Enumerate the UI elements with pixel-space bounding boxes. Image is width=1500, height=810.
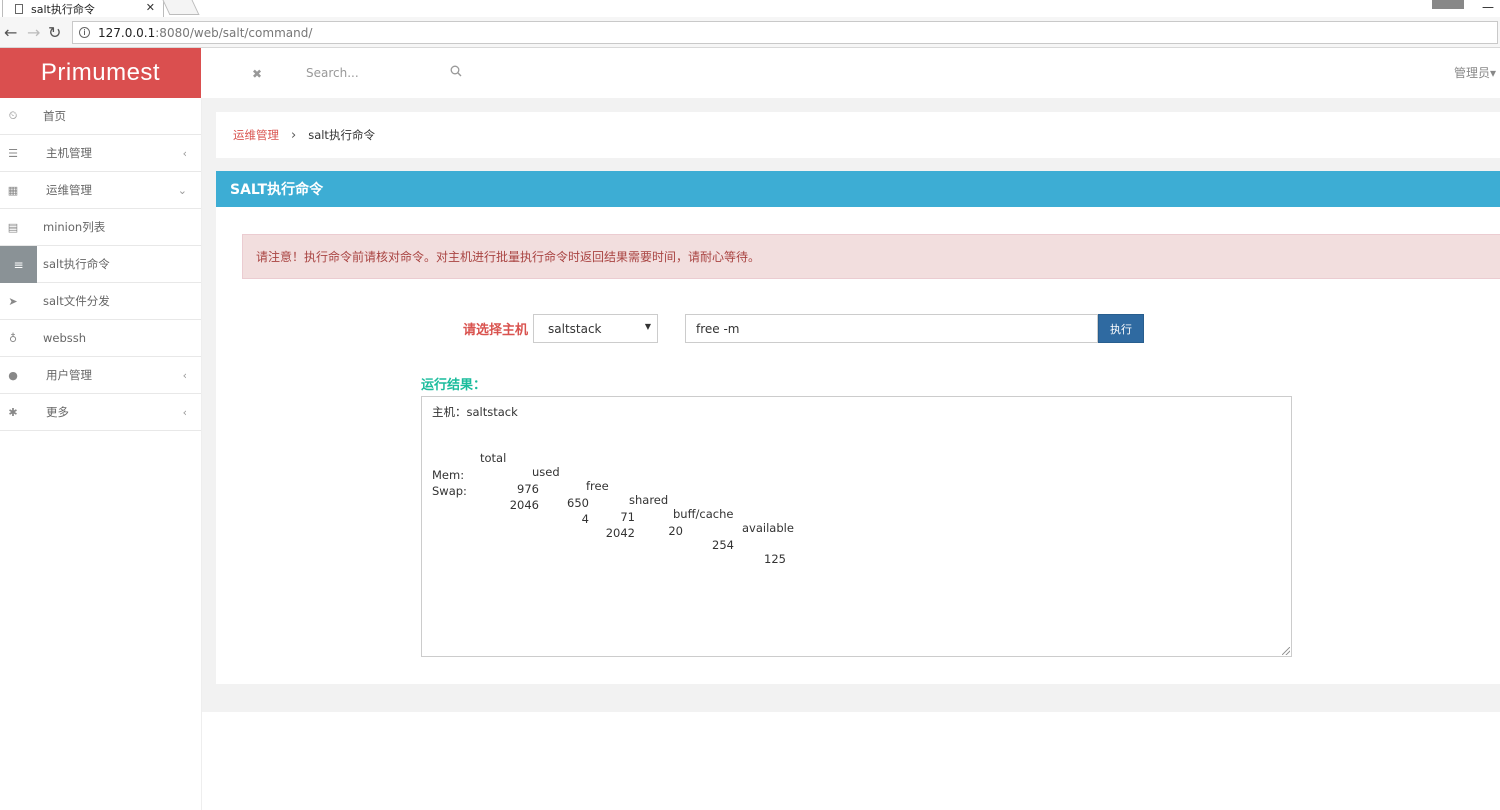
reload-icon[interactable]: ↻ bbox=[48, 23, 61, 42]
gear-icon: ✱ bbox=[8, 405, 18, 419]
result-cell: 71 bbox=[620, 509, 635, 524]
result-row: Mem: 976 650 71 20 254 125 bbox=[432, 454, 1281, 566]
chevron-left-icon: ‹ bbox=[182, 146, 187, 160]
chevron-down-icon: ⌄ bbox=[177, 183, 187, 197]
command-panel: SALT执行命令 请注意！执行命令前请核对命令。对主机进行批量执行命令时返回结果… bbox=[216, 171, 1500, 684]
result-row-name: Swap: bbox=[432, 484, 467, 498]
breadcrumb: 运维管理 › salt执行命令 bbox=[216, 112, 1500, 158]
execute-button[interactable]: 执行 bbox=[1098, 314, 1144, 343]
result-cell: 2046 bbox=[509, 498, 539, 512]
sidebar-item-host-management[interactable]: ☰ 主机管理 ‹ bbox=[0, 135, 201, 172]
result-label: 运行结果： bbox=[421, 378, 487, 393]
sidebar-item-label: minion列表 bbox=[43, 220, 106, 234]
result-header-cell: buff/cache bbox=[673, 507, 734, 521]
admin-user-menu[interactable]: 管理员▾ bbox=[1454, 64, 1496, 81]
sidebar-item-webssh[interactable]: ♁ webssh bbox=[0, 320, 201, 357]
result-cell: 2042 bbox=[605, 526, 635, 540]
result-row: Swap: 2046 4 2042 bbox=[432, 470, 1281, 540]
browser-tabstrip: salt执行命令 ✕ — bbox=[0, 0, 1500, 17]
sidebar-item-label: 更多 bbox=[46, 405, 69, 419]
caret-down-icon: ▼ bbox=[644, 322, 651, 331]
send-icon: ➤ bbox=[8, 294, 18, 308]
sidebar-item-label: 首页 bbox=[43, 109, 66, 123]
breadcrumb-separator: › bbox=[291, 127, 297, 143]
host-select-label: 请选择主机 bbox=[463, 323, 529, 338]
sidebar-item-label: 主机管理 bbox=[46, 146, 92, 160]
search-icon[interactable] bbox=[450, 65, 462, 77]
chevron-left-icon: ‹ bbox=[182, 405, 187, 419]
fullscreen-icon[interactable]: ✖ bbox=[252, 67, 262, 81]
back-arrow-icon[interactable]: ← bbox=[4, 23, 17, 42]
breadcrumb-current: salt执行命令 bbox=[308, 128, 375, 142]
sidebar-item-salt-file-distribution[interactable]: ➤ salt文件分发 bbox=[0, 283, 201, 320]
brand-logo[interactable]: Primumest bbox=[0, 48, 201, 98]
result-cell: 125 bbox=[764, 551, 786, 566]
result-cell: 650 bbox=[567, 495, 589, 510]
panel-title: SALT执行命令 bbox=[216, 171, 1500, 207]
browser-toolbar: ← → ↻ i 127.0.0.1:8080/web/salt/command/ bbox=[0, 17, 1500, 48]
server-icon: ☰ bbox=[8, 146, 18, 160]
list-icon: ▤ bbox=[7, 220, 19, 234]
warning-alert: 请注意！执行命令前请核对命令。对主机进行批量执行命令时返回结果需要时间，请耐心等… bbox=[242, 234, 1500, 279]
sidebar-item-label: salt执行命令 bbox=[43, 257, 110, 271]
sidebar-item-home[interactable]: ⏲ 首页 bbox=[0, 98, 201, 135]
host-select[interactable]: saltstack ▼ bbox=[533, 314, 658, 343]
url-path: :8080/web/salt/command/ bbox=[155, 25, 313, 40]
browser-tab-title: salt执行命令 bbox=[31, 2, 95, 16]
result-header-cell: available bbox=[742, 521, 794, 535]
window-minimize-button[interactable]: — bbox=[1482, 0, 1494, 14]
result-blank-line bbox=[432, 421, 1281, 438]
resize-handle[interactable] bbox=[1282, 647, 1290, 655]
sidebar-item-minion-list[interactable]: ▤ minion列表 bbox=[0, 209, 201, 246]
result-header-row: total used free shared buff/cache availa… bbox=[432, 437, 1281, 535]
url-host: 127.0.0.1 bbox=[98, 25, 156, 40]
host-select-value: saltstack bbox=[548, 321, 602, 336]
dashboard-icon: ⏲ bbox=[8, 109, 18, 122]
result-textarea[interactable]: 主机：saltstack total used free shared buff… bbox=[421, 396, 1292, 657]
new-tab-button[interactable] bbox=[162, 0, 200, 15]
bars-icon: ≡ bbox=[0, 246, 37, 283]
sidebar-item-label: 用户管理 bbox=[46, 368, 92, 382]
result-cell: 4 bbox=[581, 512, 589, 526]
user-icon: ● bbox=[8, 368, 18, 382]
sidebar-item-salt-command[interactable]: ≡ salt执行命令 bbox=[0, 246, 201, 283]
result-host-line: 主机：saltstack bbox=[432, 405, 518, 419]
sidebar-item-label: salt文件分发 bbox=[43, 294, 110, 308]
result-cell: 20 bbox=[668, 523, 683, 538]
breadcrumb-parent-link[interactable]: 运维管理 bbox=[233, 127, 279, 143]
grid-icon: ▦ bbox=[7, 183, 19, 197]
tab-close-icon[interactable]: ✕ bbox=[146, 1, 155, 14]
result-cell: 254 bbox=[712, 537, 734, 552]
address-bar[interactable]: i 127.0.0.1:8080/web/salt/command/ bbox=[72, 21, 1498, 44]
sidebar-item-label: 运维管理 bbox=[46, 183, 92, 197]
search-input[interactable]: Search... bbox=[306, 66, 359, 80]
chevron-left-icon: ‹ bbox=[182, 368, 187, 382]
info-icon[interactable]: i bbox=[79, 27, 90, 38]
browser-profile-chip[interactable] bbox=[1432, 0, 1464, 9]
forward-arrow-icon[interactable]: → bbox=[27, 23, 40, 42]
linux-icon: ♁ bbox=[8, 331, 18, 345]
sidebar-item-ops-management[interactable]: ▦ 运维管理 ⌄ bbox=[0, 172, 201, 209]
sidebar-item-user-management[interactable]: ● 用户管理 ‹ bbox=[0, 357, 201, 394]
document-icon bbox=[15, 3, 23, 14]
sidebar-item-more[interactable]: ✱ 更多 ‹ bbox=[0, 394, 201, 431]
result-header-cell: shared bbox=[629, 493, 669, 507]
sidebar: ⏲ 首页 ☰ 主机管理 ‹ ▦ 运维管理 ⌄ ▤ minion列表 ≡ salt… bbox=[0, 98, 202, 810]
command-input[interactable]: free -m bbox=[685, 314, 1098, 343]
sidebar-item-label: webssh bbox=[43, 331, 87, 345]
browser-tab[interactable]: salt执行命令 ✕ bbox=[2, 0, 164, 17]
top-navbar: ✖ Search... 管理员▾ bbox=[201, 48, 1500, 98]
